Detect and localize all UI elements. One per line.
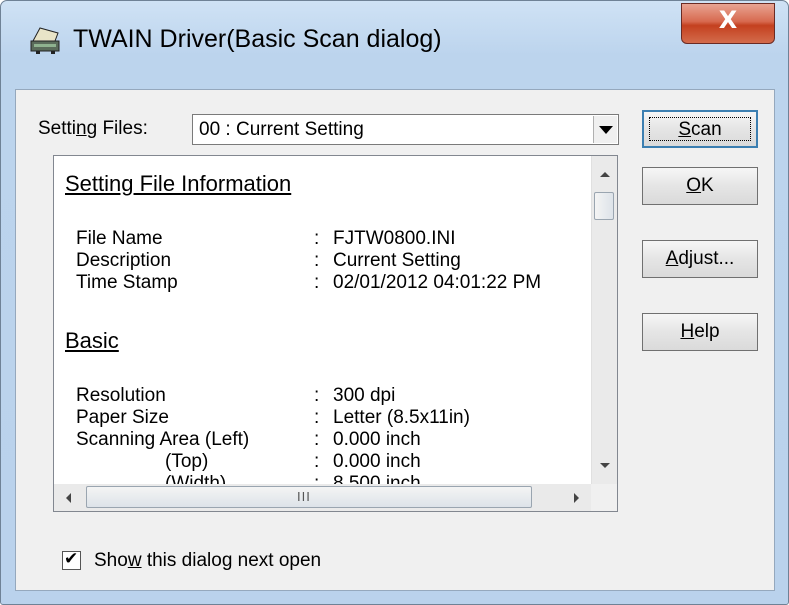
ok-button[interactable]: OK <box>642 167 758 205</box>
resolution-label: Resolution <box>76 385 166 406</box>
scroll-right-icon[interactable] <box>574 493 579 503</box>
paper-size-label: Paper Size <box>76 407 169 428</box>
checkmark-icon: ✔ <box>64 549 79 569</box>
scanning-area-left-label: Scanning Area (Left) <box>76 429 250 450</box>
focus-rect <box>649 117 751 141</box>
separator: : <box>314 407 320 428</box>
close-icon: X <box>718 6 738 34</box>
horizontal-scroll-thumb[interactable]: III <box>86 486 532 508</box>
chevron-down-icon[interactable] <box>593 116 617 143</box>
scanning-area-left-value: 0.000 inch <box>333 429 421 450</box>
separator: : <box>314 429 320 450</box>
scroll-up-icon[interactable] <box>600 172 610 177</box>
timestamp-value: 02/01/2012 04:01:22 PM <box>333 272 542 293</box>
setting-files-dropdown[interactable]: 00 : Current Setting <box>192 114 619 145</box>
horizontal-scrollbar[interactable]: III <box>54 484 591 511</box>
setting-files-value: 00 : Current Setting <box>199 119 364 140</box>
resolution-value: 300 dpi <box>333 385 396 406</box>
paper-size-value: Letter (8.5x11in) <box>333 407 470 428</box>
scanning-area-top-value: 0.000 inch <box>333 451 421 472</box>
title-bar[interactable]: TWAIN Driver(Basic Scan dialog) X <box>1 1 788 85</box>
scan-button[interactable]: Scan <box>642 110 758 148</box>
description-value: Current Setting <box>333 250 461 271</box>
scrollbar-corner <box>591 484 617 511</box>
separator: : <box>314 451 320 472</box>
grip-icon: III <box>297 489 311 504</box>
window-title: TWAIN Driver(Basic Scan dialog) <box>73 25 442 53</box>
help-button[interactable]: Help <box>642 313 758 351</box>
scanning-area-top-label: (Top) <box>165 451 209 472</box>
setting-file-info-panel[interactable]: Setting File Information File Name : FJT… <box>53 155 618 512</box>
file-name-value: FJTW0800.INI <box>333 228 456 249</box>
timestamp-label: Time Stamp <box>76 272 178 293</box>
section-heading-setting-file-information: Setting File Information <box>65 171 292 196</box>
separator: : <box>314 250 320 271</box>
scroll-down-icon[interactable] <box>600 463 610 468</box>
setting-files-label: Setting Files: <box>38 118 148 139</box>
show-dialog-label[interactable]: Show this dialog next open <box>94 550 321 572</box>
vertical-scroll-thumb[interactable] <box>594 192 614 220</box>
show-dialog-checkbox[interactable]: ✔ <box>62 549 81 570</box>
separator: : <box>314 228 320 249</box>
separator: : <box>314 272 320 293</box>
separator: : <box>314 385 320 406</box>
scroll-left-icon[interactable] <box>66 493 71 503</box>
dialog-body: Setting Files: 00 : Current Setting Scan… <box>15 89 775 591</box>
vertical-scrollbar[interactable] <box>591 156 617 484</box>
file-name-label: File Name <box>76 228 163 249</box>
close-button[interactable]: X <box>681 3 775 44</box>
section-heading-basic: Basic <box>65 328 119 353</box>
dialog-window: TWAIN Driver(Basic Scan dialog) X Settin… <box>0 0 789 605</box>
description-label: Description <box>76 250 172 271</box>
scanner-icon <box>30 27 60 54</box>
adjust-button[interactable]: Adjust... <box>642 240 758 278</box>
